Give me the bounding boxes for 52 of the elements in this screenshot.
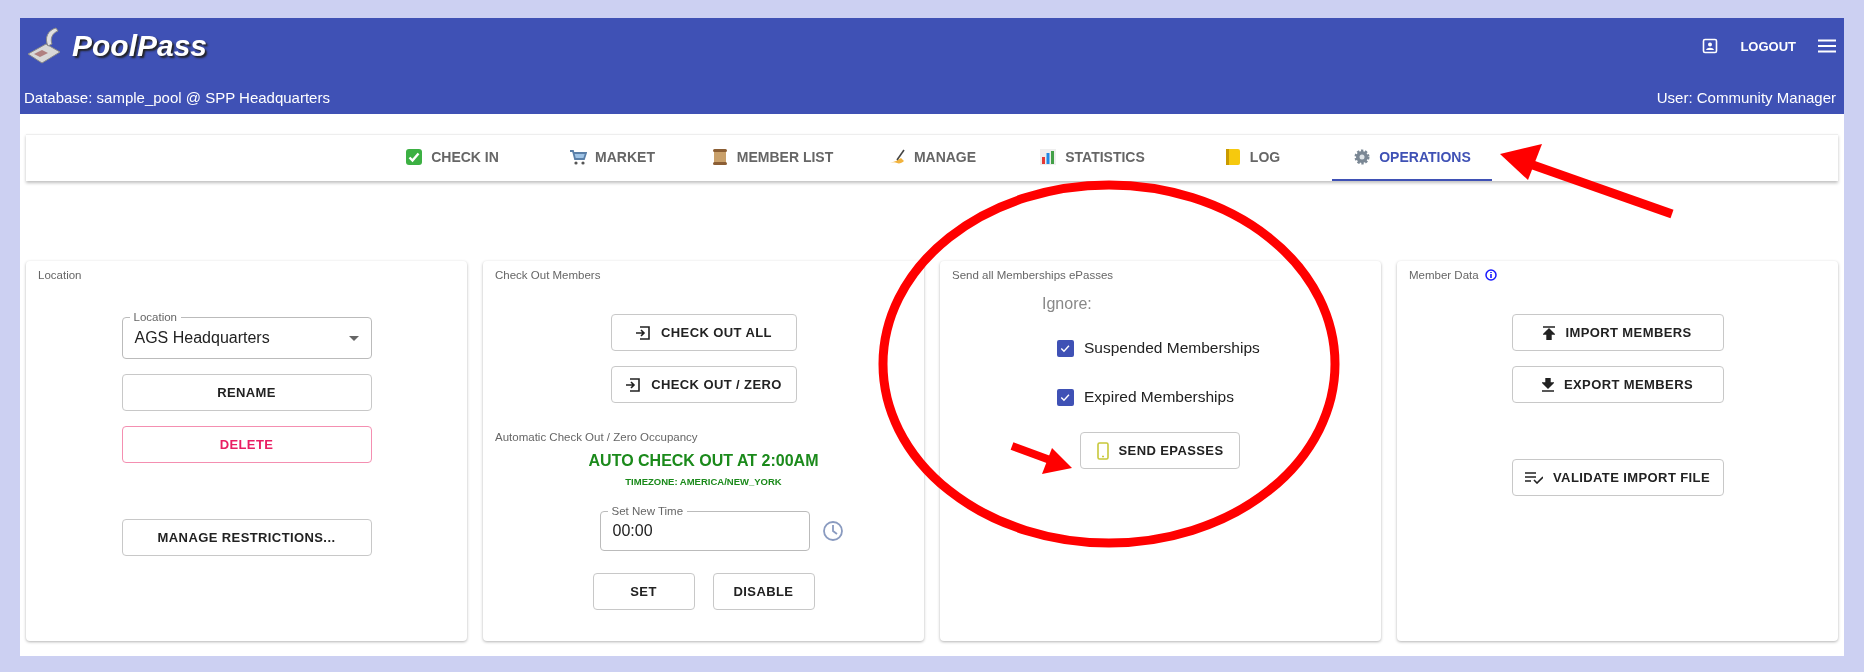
notepad-icon: [1223, 148, 1242, 166]
list-check-icon: [1525, 471, 1543, 484]
export-members-button[interactable]: EXPORT MEMBERS: [1511, 366, 1724, 403]
card-title: Location: [38, 269, 83, 281]
exit-icon: [625, 376, 642, 393]
nav-tab[interactable]: STATISTICS: [1012, 135, 1172, 181]
card-title: Send all Memberships ePasses: [952, 269, 1115, 281]
timezone-label: TIMEZONE: AMERICA/NEW_YORK: [625, 476, 782, 487]
nav-tab[interactable]: MARKET: [532, 135, 692, 181]
check-out-all-button[interactable]: CHECK OUT ALL: [610, 314, 797, 351]
import-members-button[interactable]: IMPORT MEMBERS: [1511, 314, 1724, 351]
disable-button[interactable]: DISABLE: [712, 573, 815, 610]
app-name: PoolPass: [72, 29, 208, 63]
set-button[interactable]: SET: [592, 573, 695, 610]
phone-icon: [1096, 441, 1109, 460]
validate-import-file-button[interactable]: VALIDATE IMPORT FILE: [1511, 459, 1724, 496]
delete-button[interactable]: DELETE: [121, 426, 372, 463]
cart-icon: [569, 148, 588, 166]
dropdown-caret-icon: [348, 335, 359, 341]
gear-icon: [1353, 148, 1372, 166]
scroll-icon: [710, 148, 729, 166]
auto-check-out-status: AUTO CHECK OUT AT 2:00AM: [588, 452, 819, 470]
checkbox-icon: [405, 148, 424, 166]
membership-checkbox[interactable]: Expired Memberships: [1057, 388, 1369, 406]
clock-icon[interactable]: [821, 520, 844, 542]
exit-icon: [635, 324, 652, 341]
checkbox-icon[interactable]: [1057, 339, 1074, 357]
nav-tab[interactable]: MANAGE: [852, 135, 1012, 181]
info-icon[interactable]: [1484, 269, 1497, 281]
section-label: Automatic Check Out / Zero Occupancy: [495, 431, 698, 443]
ignore-label: Ignore:: [1042, 295, 1093, 313]
check-out-zero-button[interactable]: CHECK OUT / ZERO: [610, 366, 797, 403]
nav-tab[interactable]: CHECK IN: [372, 135, 532, 181]
nav-tab[interactable]: OPERATIONS: [1332, 135, 1492, 181]
bar-chart-icon: [1039, 148, 1058, 166]
database-label: Database: sample_pool @ SPP Headquarters: [24, 89, 330, 106]
send-epasses-button[interactable]: SEND EPASSES: [1080, 432, 1240, 469]
manage-restrictions-button[interactable]: MANAGE RESTRICTIONS...: [121, 519, 372, 556]
upload-icon: [1543, 325, 1556, 340]
user-label: User: Community Manager: [1656, 89, 1836, 106]
nav-tab[interactable]: MEMBER LIST: [692, 135, 852, 181]
rename-button[interactable]: RENAME: [121, 374, 372, 411]
download-icon: [1541, 377, 1554, 392]
card-title: Check Out Members: [495, 269, 602, 281]
nav-tab[interactable]: LOG: [1172, 135, 1332, 181]
annotation-arrow: [1010, 442, 1072, 474]
account-icon[interactable]: [1702, 38, 1719, 54]
checkbox-icon[interactable]: [1057, 388, 1074, 406]
logout-button[interactable]: LOGOUT: [1734, 34, 1802, 58]
menu-icon[interactable]: [1818, 39, 1836, 53]
card-title: Member Data: [1409, 269, 1479, 281]
membership-checkbox[interactable]: Suspended Memberships: [1057, 339, 1369, 357]
